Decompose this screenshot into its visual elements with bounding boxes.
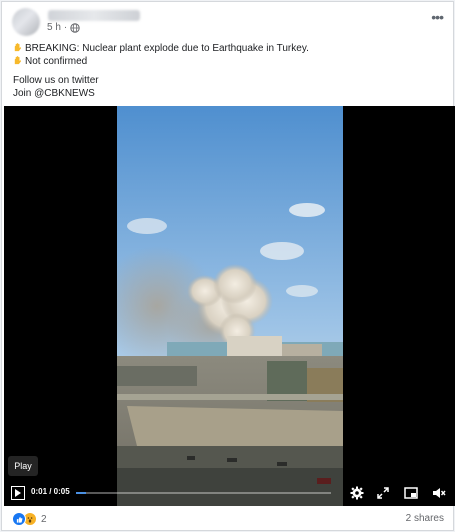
- miniplayer-icon[interactable]: [404, 486, 418, 500]
- timestamp[interactable]: 5 h: [47, 22, 61, 33]
- like-icon: [12, 512, 26, 526]
- video-time: 0:01 / 0:05: [31, 487, 70, 496]
- post-line-not-confirmed: Not confirmed: [13, 55, 309, 68]
- avatar[interactable]: [12, 8, 40, 36]
- progress-bar[interactable]: [76, 492, 331, 494]
- progress-fill: [76, 492, 87, 494]
- post-card: 5 h · ••• BREAKING: Nuclear plant explod…: [1, 1, 455, 531]
- play-button[interactable]: [11, 486, 25, 500]
- post-text: BREAKING: Nuclear plant explode due to E…: [13, 42, 309, 100]
- shares-count[interactable]: 2 shares: [406, 513, 444, 524]
- post-header: 5 h · •••: [2, 2, 453, 40]
- post-footer: 2 2 shares: [2, 507, 453, 529]
- post-meta: 5 h ·: [47, 22, 80, 33]
- raising-hand-emoji: [14, 43, 22, 52]
- expand-icon[interactable]: [376, 486, 390, 500]
- video-frame-explosion: [117, 106, 343, 506]
- play-icon: [15, 489, 21, 497]
- post-line-breaking: BREAKING: Nuclear plant explode due to E…: [13, 42, 309, 55]
- post-line-follow: Follow us on twitter: [13, 75, 99, 86]
- reaction-summary[interactable]: 2: [12, 512, 47, 526]
- author-name-blurred[interactable]: [48, 10, 140, 21]
- raising-hand-emoji: [14, 56, 22, 65]
- globe-icon: [70, 22, 80, 33]
- video-controls: 0:01 / 0:05: [4, 482, 455, 504]
- more-options-icon[interactable]: •••: [431, 9, 444, 25]
- mute-icon[interactable]: [432, 486, 446, 500]
- play-tooltip: Play: [8, 456, 38, 476]
- post-line-join: Join @CBKNEWS: [13, 88, 95, 99]
- settings-icon[interactable]: [350, 486, 364, 500]
- reaction-count: 2: [41, 513, 47, 525]
- video-player[interactable]: Play 0:01 / 0:05: [4, 106, 455, 506]
